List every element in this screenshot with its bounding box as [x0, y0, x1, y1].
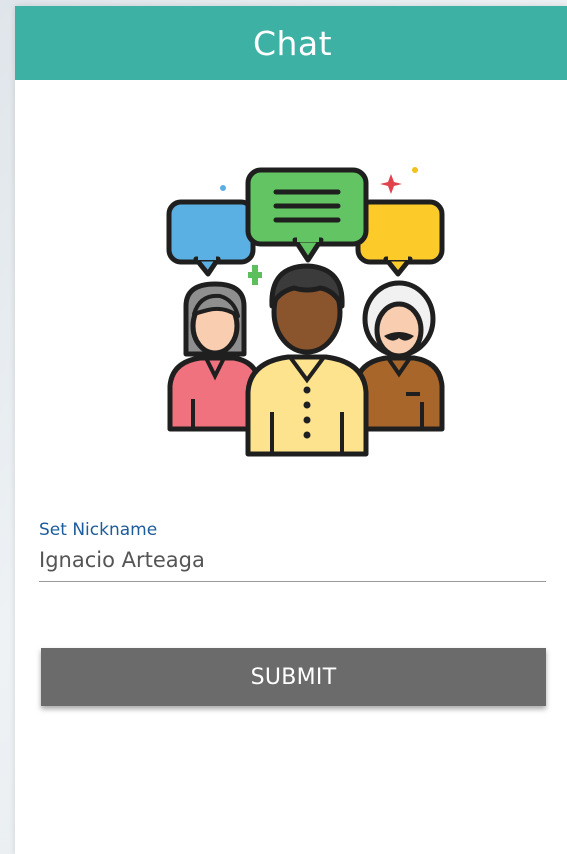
sparkle-dot-icon — [412, 167, 418, 173]
page-title: Chat — [252, 23, 333, 63]
login-card: Chat Set Nickname Ignacio Arteaga SUBMIT — [15, 6, 567, 854]
sparkle-plus-icon — [248, 265, 262, 285]
sparkle-star-icon — [380, 174, 402, 194]
group-chat-icon — [148, 154, 448, 464]
nickname-input[interactable] — [39, 548, 546, 582]
nickname-field: Set Nickname — [39, 520, 546, 582]
nickname-label: Set Nickname — [39, 520, 158, 540]
sparkle-dot-icon — [220, 185, 226, 191]
app-header: Chat — [15, 6, 567, 80]
submit-button[interactable]: SUBMIT — [41, 648, 546, 706]
